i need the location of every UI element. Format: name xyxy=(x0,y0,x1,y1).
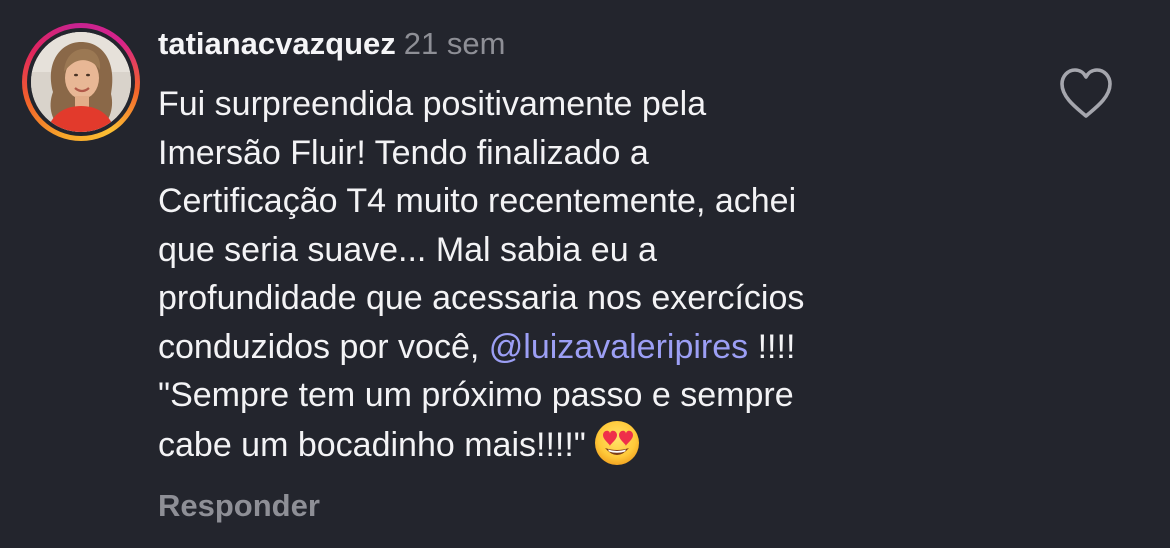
timestamp: 21 sem xyxy=(403,26,506,61)
comment-line: cabe um bocadinho mais!!!!" xyxy=(158,420,1038,480)
heart-eyes-emoji xyxy=(594,420,640,480)
avatar-image xyxy=(31,32,131,132)
heart-outline-icon[interactable] xyxy=(1056,66,1116,122)
comment-line: Fui surpreendida positivamente pela xyxy=(158,85,707,123)
story-ring[interactable] xyxy=(22,23,140,141)
reply-button[interactable]: Responder xyxy=(158,486,320,526)
comment-text: Fui surpreendida positivamente pela Imer… xyxy=(158,80,1038,479)
comment-line: profundidade que acessaria nos exercício… xyxy=(158,279,805,317)
avatar[interactable] xyxy=(31,32,131,132)
comment: tatianacvazquez 21 sem Fui surpreendida p… xyxy=(0,0,1170,548)
comment-text-segment: conduzidos por você, xyxy=(158,327,489,366)
username[interactable]: tatianacvazquez xyxy=(158,26,396,61)
avatar-border xyxy=(27,28,135,136)
comment-line: conduzidos por você, @luizavaleripires !… xyxy=(158,323,1038,372)
comment-line: Imersão Fluir! Tendo finalizado a xyxy=(158,133,649,172)
comment-line: que seria suave... Mal sabia eu a xyxy=(158,230,657,269)
comment-line: "Sempre tem um próximo passo e sempre xyxy=(158,376,794,414)
comment-text-segment: cabe um bocadinho mais!!!!" xyxy=(158,425,586,464)
comment-line: Certificação T4 muito recentemente, ache… xyxy=(158,182,797,220)
mention-link[interactable]: @luizavaleripires xyxy=(489,328,748,366)
comment-text-segment: !!!! xyxy=(748,327,796,366)
comment-header: tatianacvazquez 21 sem xyxy=(158,24,505,64)
